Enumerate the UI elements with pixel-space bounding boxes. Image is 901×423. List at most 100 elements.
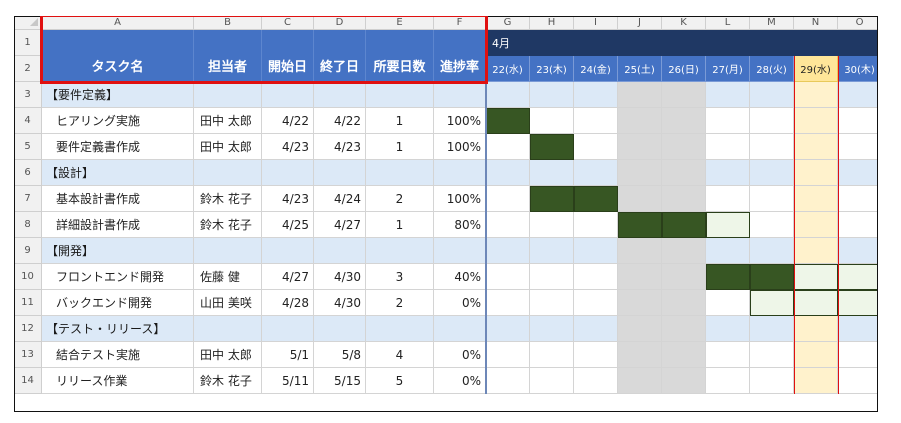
gantt-cell[interactable] (662, 368, 706, 394)
section-label[interactable]: 【要件定義】 (42, 82, 194, 108)
section-cell[interactable] (366, 160, 434, 186)
row-header-13[interactable]: 13 (14, 342, 42, 368)
column-header-h[interactable]: H (530, 16, 574, 30)
gantt-cell[interactable] (706, 368, 750, 394)
date-header-7[interactable]: 28(火) (750, 56, 794, 82)
gantt-cell[interactable] (486, 342, 530, 368)
task-start-date[interactable]: 4/23 (262, 134, 314, 160)
task-task-name[interactable]: 詳細設計書作成 (42, 212, 194, 238)
gantt-cell[interactable] (618, 264, 662, 290)
column-header-k[interactable]: K (662, 16, 706, 30)
gantt-cell[interactable] (706, 82, 750, 108)
section-cell[interactable] (262, 238, 314, 264)
gantt-cell[interactable] (662, 108, 706, 134)
column-header-b[interactable]: B (194, 16, 262, 30)
row-header-2[interactable]: 2 (14, 56, 42, 82)
task-task-name[interactable]: 結合テスト実施 (42, 342, 194, 368)
task-duration[interactable]: 4 (366, 342, 434, 368)
gantt-cell[interactable] (794, 82, 838, 108)
task-duration[interactable]: 1 (366, 212, 434, 238)
gantt-cell[interactable] (574, 316, 618, 342)
gantt-cell[interactable] (486, 368, 530, 394)
section-cell[interactable] (314, 160, 366, 186)
task-owner[interactable]: 鈴木 花子 (194, 368, 262, 394)
section-cell[interactable] (314, 316, 366, 342)
column-header-c[interactable]: C (262, 16, 314, 30)
gantt-cell[interactable] (838, 368, 878, 394)
task-duration[interactable]: 1 (366, 134, 434, 160)
task-start-date[interactable]: 4/22 (262, 108, 314, 134)
gantt-cell[interactable] (794, 316, 838, 342)
gantt-cell[interactable] (750, 238, 794, 264)
task-progress[interactable]: 40% (434, 264, 486, 290)
column-header-l[interactable]: L (706, 16, 750, 30)
column-header-a[interactable]: A (42, 16, 194, 30)
gantt-cell[interactable] (486, 290, 530, 316)
gantt-cell[interactable] (574, 160, 618, 186)
section-label[interactable]: 【開発】 (42, 238, 194, 264)
column-header-o[interactable]: O (838, 16, 878, 30)
gantt-cell[interactable] (574, 264, 618, 290)
column-header-f[interactable]: F (434, 16, 486, 30)
gantt-cell[interactable] (574, 238, 618, 264)
task-start-date[interactable]: 5/1 (262, 342, 314, 368)
row-header-5[interactable]: 5 (14, 134, 42, 160)
section-cell[interactable] (314, 82, 366, 108)
header-progress[interactable]: 進捗率 (434, 30, 486, 82)
gantt-cell[interactable] (662, 290, 706, 316)
task-start-date[interactable]: 4/23 (262, 186, 314, 212)
task-owner[interactable]: 田中 太郎 (194, 342, 262, 368)
section-cell[interactable] (434, 316, 486, 342)
gantt-cell[interactable] (486, 186, 530, 212)
gantt-cell[interactable] (838, 186, 878, 212)
task-start-date[interactable]: 4/25 (262, 212, 314, 238)
task-owner[interactable]: 田中 太郎 (194, 108, 262, 134)
gantt-cell[interactable] (706, 108, 750, 134)
task-end-date[interactable]: 4/30 (314, 290, 366, 316)
section-cell[interactable] (194, 238, 262, 264)
gantt-cell[interactable] (574, 290, 618, 316)
gantt-cell[interactable] (838, 316, 878, 342)
gantt-cell[interactable] (750, 108, 794, 134)
task-task-name[interactable]: ヒアリング実施 (42, 108, 194, 134)
task-start-date[interactable]: 4/27 (262, 264, 314, 290)
gantt-cell[interactable] (838, 238, 878, 264)
gantt-cell[interactable] (662, 264, 706, 290)
row-header-11[interactable]: 11 (14, 290, 42, 316)
gantt-cell[interactable] (750, 212, 794, 238)
header-task[interactable]: タスク名 (42, 30, 194, 82)
gantt-cell[interactable] (530, 342, 574, 368)
task-end-date[interactable]: 4/27 (314, 212, 366, 238)
gantt-cell[interactable] (530, 368, 574, 394)
gantt-cell[interactable] (574, 342, 618, 368)
gantt-cell[interactable] (662, 160, 706, 186)
column-header-i[interactable]: I (574, 16, 618, 30)
column-header-n[interactable]: N (794, 16, 838, 30)
section-cell[interactable] (434, 238, 486, 264)
gantt-cell[interactable] (838, 108, 878, 134)
section-cell[interactable] (194, 160, 262, 186)
gantt-cell[interactable] (794, 212, 838, 238)
task-progress[interactable]: 100% (434, 134, 486, 160)
row-header-4[interactable]: 4 (14, 108, 42, 134)
task-end-date[interactable]: 4/22 (314, 108, 366, 134)
gantt-cell[interactable] (574, 108, 618, 134)
gantt-cell[interactable] (530, 160, 574, 186)
gantt-cell[interactable] (706, 160, 750, 186)
task-owner[interactable]: 鈴木 花子 (194, 212, 262, 238)
task-task-name[interactable]: 要件定義書作成 (42, 134, 194, 160)
header-end[interactable]: 終了日 (314, 30, 366, 82)
task-end-date[interactable]: 5/15 (314, 368, 366, 394)
section-cell[interactable] (434, 82, 486, 108)
date-header-8[interactable]: 29(水) (794, 56, 838, 82)
month-label[interactable]: 4月 (486, 30, 878, 56)
gantt-cell[interactable] (618, 82, 662, 108)
row-header-8[interactable]: 8 (14, 212, 42, 238)
gantt-cell[interactable] (750, 316, 794, 342)
task-owner[interactable]: 佐藤 健 (194, 264, 262, 290)
section-cell[interactable] (434, 160, 486, 186)
gantt-cell[interactable] (662, 134, 706, 160)
task-task-name[interactable]: フロントエンド開発 (42, 264, 194, 290)
task-owner[interactable]: 山田 美咲 (194, 290, 262, 316)
gantt-cell[interactable] (750, 82, 794, 108)
